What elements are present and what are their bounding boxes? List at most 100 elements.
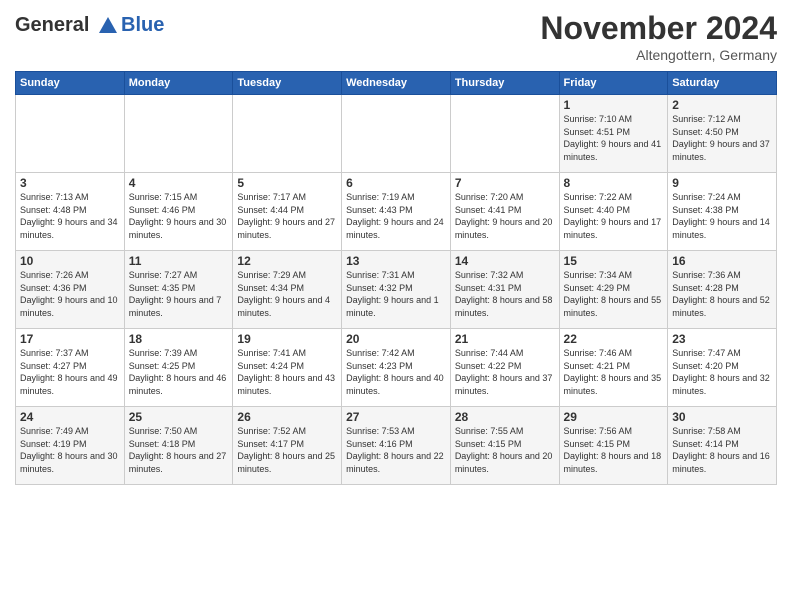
calendar-cell: 22Sunrise: 7:46 AM Sunset: 4:21 PM Dayli… bbox=[559, 329, 668, 407]
day-info: Sunrise: 7:39 AM Sunset: 4:25 PM Dayligh… bbox=[129, 347, 229, 397]
calendar-week-1: 3Sunrise: 7:13 AM Sunset: 4:48 PM Daylig… bbox=[16, 173, 777, 251]
day-info: Sunrise: 7:26 AM Sunset: 4:36 PM Dayligh… bbox=[20, 269, 120, 319]
logo: General Blue bbox=[15, 14, 164, 37]
calendar-cell: 17Sunrise: 7:37 AM Sunset: 4:27 PM Dayli… bbox=[16, 329, 125, 407]
day-number: 2 bbox=[672, 98, 772, 112]
day-number: 7 bbox=[455, 176, 555, 190]
calendar-cell: 7Sunrise: 7:20 AM Sunset: 4:41 PM Daylig… bbox=[450, 173, 559, 251]
day-number: 21 bbox=[455, 332, 555, 346]
day-number: 18 bbox=[129, 332, 229, 346]
day-info: Sunrise: 7:24 AM Sunset: 4:38 PM Dayligh… bbox=[672, 191, 772, 241]
header-saturday: Saturday bbox=[668, 72, 777, 95]
day-number: 28 bbox=[455, 410, 555, 424]
calendar-table: Sunday Monday Tuesday Wednesday Thursday… bbox=[15, 71, 777, 485]
calendar-cell: 26Sunrise: 7:52 AM Sunset: 4:17 PM Dayli… bbox=[233, 407, 342, 485]
day-number: 14 bbox=[455, 254, 555, 268]
day-number: 27 bbox=[346, 410, 446, 424]
calendar-cell: 27Sunrise: 7:53 AM Sunset: 4:16 PM Dayli… bbox=[342, 407, 451, 485]
day-info: Sunrise: 7:41 AM Sunset: 4:24 PM Dayligh… bbox=[237, 347, 337, 397]
day-info: Sunrise: 7:19 AM Sunset: 4:43 PM Dayligh… bbox=[346, 191, 446, 241]
day-info: Sunrise: 7:56 AM Sunset: 4:15 PM Dayligh… bbox=[564, 425, 664, 475]
day-number: 11 bbox=[129, 254, 229, 268]
day-info: Sunrise: 7:55 AM Sunset: 4:15 PM Dayligh… bbox=[455, 425, 555, 475]
day-number: 9 bbox=[672, 176, 772, 190]
day-info: Sunrise: 7:12 AM Sunset: 4:50 PM Dayligh… bbox=[672, 113, 772, 163]
day-number: 17 bbox=[20, 332, 120, 346]
day-info: Sunrise: 7:49 AM Sunset: 4:19 PM Dayligh… bbox=[20, 425, 120, 475]
calendar-cell: 25Sunrise: 7:50 AM Sunset: 4:18 PM Dayli… bbox=[124, 407, 233, 485]
day-info: Sunrise: 7:37 AM Sunset: 4:27 PM Dayligh… bbox=[20, 347, 120, 397]
day-number: 1 bbox=[564, 98, 664, 112]
page-header: General Blue November 2024 Altengottern,… bbox=[15, 10, 777, 63]
day-number: 8 bbox=[564, 176, 664, 190]
month-title: November 2024 bbox=[540, 10, 777, 47]
day-number: 6 bbox=[346, 176, 446, 190]
day-info: Sunrise: 7:44 AM Sunset: 4:22 PM Dayligh… bbox=[455, 347, 555, 397]
calendar-cell: 3Sunrise: 7:13 AM Sunset: 4:48 PM Daylig… bbox=[16, 173, 125, 251]
day-number: 23 bbox=[672, 332, 772, 346]
location: Altengottern, Germany bbox=[540, 47, 777, 63]
day-info: Sunrise: 7:42 AM Sunset: 4:23 PM Dayligh… bbox=[346, 347, 446, 397]
day-number: 30 bbox=[672, 410, 772, 424]
calendar-cell: 14Sunrise: 7:32 AM Sunset: 4:31 PM Dayli… bbox=[450, 251, 559, 329]
day-number: 26 bbox=[237, 410, 337, 424]
day-info: Sunrise: 7:47 AM Sunset: 4:20 PM Dayligh… bbox=[672, 347, 772, 397]
day-info: Sunrise: 7:36 AM Sunset: 4:28 PM Dayligh… bbox=[672, 269, 772, 319]
calendar-week-0: 1Sunrise: 7:10 AM Sunset: 4:51 PM Daylig… bbox=[16, 95, 777, 173]
header-monday: Monday bbox=[124, 72, 233, 95]
calendar-cell: 18Sunrise: 7:39 AM Sunset: 4:25 PM Dayli… bbox=[124, 329, 233, 407]
header-tuesday: Tuesday bbox=[233, 72, 342, 95]
calendar-cell: 19Sunrise: 7:41 AM Sunset: 4:24 PM Dayli… bbox=[233, 329, 342, 407]
calendar-cell: 12Sunrise: 7:29 AM Sunset: 4:34 PM Dayli… bbox=[233, 251, 342, 329]
day-info: Sunrise: 7:10 AM Sunset: 4:51 PM Dayligh… bbox=[564, 113, 664, 163]
day-info: Sunrise: 7:46 AM Sunset: 4:21 PM Dayligh… bbox=[564, 347, 664, 397]
calendar-cell: 29Sunrise: 7:56 AM Sunset: 4:15 PM Dayli… bbox=[559, 407, 668, 485]
calendar-cell: 6Sunrise: 7:19 AM Sunset: 4:43 PM Daylig… bbox=[342, 173, 451, 251]
day-info: Sunrise: 7:29 AM Sunset: 4:34 PM Dayligh… bbox=[237, 269, 337, 319]
logo-blue: Blue bbox=[121, 14, 164, 37]
day-info: Sunrise: 7:20 AM Sunset: 4:41 PM Dayligh… bbox=[455, 191, 555, 241]
calendar-cell: 15Sunrise: 7:34 AM Sunset: 4:29 PM Dayli… bbox=[559, 251, 668, 329]
day-info: Sunrise: 7:32 AM Sunset: 4:31 PM Dayligh… bbox=[455, 269, 555, 319]
calendar-header-row: Sunday Monday Tuesday Wednesday Thursday… bbox=[16, 72, 777, 95]
calendar-week-2: 10Sunrise: 7:26 AM Sunset: 4:36 PM Dayli… bbox=[16, 251, 777, 329]
day-info: Sunrise: 7:53 AM Sunset: 4:16 PM Dayligh… bbox=[346, 425, 446, 475]
calendar-cell bbox=[233, 95, 342, 173]
calendar-week-3: 17Sunrise: 7:37 AM Sunset: 4:27 PM Dayli… bbox=[16, 329, 777, 407]
calendar-cell: 16Sunrise: 7:36 AM Sunset: 4:28 PM Dayli… bbox=[668, 251, 777, 329]
day-number: 16 bbox=[672, 254, 772, 268]
day-number: 10 bbox=[20, 254, 120, 268]
calendar-cell bbox=[16, 95, 125, 173]
day-number: 3 bbox=[20, 176, 120, 190]
header-wednesday: Wednesday bbox=[342, 72, 451, 95]
logo-general: General bbox=[15, 14, 89, 36]
day-info: Sunrise: 7:17 AM Sunset: 4:44 PM Dayligh… bbox=[237, 191, 337, 241]
day-info: Sunrise: 7:34 AM Sunset: 4:29 PM Dayligh… bbox=[564, 269, 664, 319]
calendar-cell: 4Sunrise: 7:15 AM Sunset: 4:46 PM Daylig… bbox=[124, 173, 233, 251]
calendar-cell bbox=[342, 95, 451, 173]
calendar-cell: 30Sunrise: 7:58 AM Sunset: 4:14 PM Dayli… bbox=[668, 407, 777, 485]
day-info: Sunrise: 7:27 AM Sunset: 4:35 PM Dayligh… bbox=[129, 269, 229, 319]
day-info: Sunrise: 7:13 AM Sunset: 4:48 PM Dayligh… bbox=[20, 191, 120, 241]
day-number: 20 bbox=[346, 332, 446, 346]
calendar-cell: 21Sunrise: 7:44 AM Sunset: 4:22 PM Dayli… bbox=[450, 329, 559, 407]
calendar-cell bbox=[450, 95, 559, 173]
calendar-cell: 8Sunrise: 7:22 AM Sunset: 4:40 PM Daylig… bbox=[559, 173, 668, 251]
calendar-cell: 9Sunrise: 7:24 AM Sunset: 4:38 PM Daylig… bbox=[668, 173, 777, 251]
day-info: Sunrise: 7:15 AM Sunset: 4:46 PM Dayligh… bbox=[129, 191, 229, 241]
day-number: 22 bbox=[564, 332, 664, 346]
calendar-cell: 11Sunrise: 7:27 AM Sunset: 4:35 PM Dayli… bbox=[124, 251, 233, 329]
day-info: Sunrise: 7:58 AM Sunset: 4:14 PM Dayligh… bbox=[672, 425, 772, 475]
calendar-cell: 10Sunrise: 7:26 AM Sunset: 4:36 PM Dayli… bbox=[16, 251, 125, 329]
day-number: 5 bbox=[237, 176, 337, 190]
day-number: 19 bbox=[237, 332, 337, 346]
calendar-cell: 23Sunrise: 7:47 AM Sunset: 4:20 PM Dayli… bbox=[668, 329, 777, 407]
calendar-cell: 24Sunrise: 7:49 AM Sunset: 4:19 PM Dayli… bbox=[16, 407, 125, 485]
calendar-cell: 2Sunrise: 7:12 AM Sunset: 4:50 PM Daylig… bbox=[668, 95, 777, 173]
calendar-cell: 13Sunrise: 7:31 AM Sunset: 4:32 PM Dayli… bbox=[342, 251, 451, 329]
day-info: Sunrise: 7:22 AM Sunset: 4:40 PM Dayligh… bbox=[564, 191, 664, 241]
day-info: Sunrise: 7:50 AM Sunset: 4:18 PM Dayligh… bbox=[129, 425, 229, 475]
day-number: 15 bbox=[564, 254, 664, 268]
day-number: 24 bbox=[20, 410, 120, 424]
day-number: 25 bbox=[129, 410, 229, 424]
